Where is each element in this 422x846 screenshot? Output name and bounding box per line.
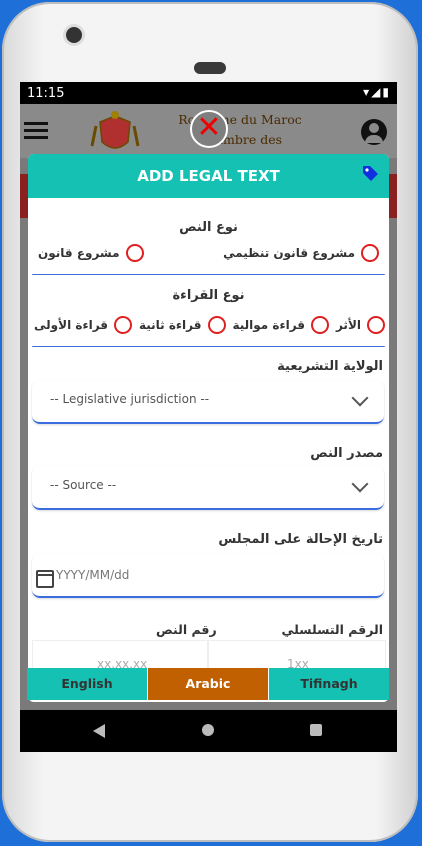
status-bar: 11:15 ▾◢▮ bbox=[20, 82, 397, 104]
reading-type-label: نوع القراءة bbox=[172, 288, 245, 303]
modal-header: ADD LEGAL TEXT bbox=[28, 154, 389, 198]
radio-first-reading[interactable]: قراءة الأولى bbox=[34, 316, 133, 334]
app-title-line1: Royaume du Maroc bbox=[178, 112, 302, 127]
text-number-label: رقم النص bbox=[156, 622, 217, 637]
jurisdiction-label: الولاية التشريعية bbox=[277, 359, 383, 374]
radio-circle[interactable] bbox=[207, 316, 226, 334]
calendar-icon[interactable] bbox=[36, 570, 54, 588]
menu-icon[interactable] bbox=[24, 122, 48, 142]
account-icon[interactable] bbox=[361, 119, 387, 145]
radio-second-reading[interactable]: قراءة ثانية bbox=[139, 316, 226, 334]
text-type-options: مشروع قانون تنظيمي مشروع قانون bbox=[38, 244, 379, 262]
tab-english[interactable]: English bbox=[27, 668, 147, 700]
android-nav-bar bbox=[20, 710, 397, 752]
close-button[interactable]: ✕ bbox=[190, 110, 228, 148]
chevron-down-icon bbox=[351, 475, 369, 493]
radio-label: قراءة الأولى bbox=[34, 318, 109, 332]
tab-arabic[interactable]: Arabic bbox=[147, 668, 269, 700]
language-tabs: English Arabic Tifinagh bbox=[27, 668, 389, 700]
radio-circle[interactable] bbox=[361, 244, 379, 262]
serial-number-label: الرقم التسلسلي bbox=[281, 622, 383, 637]
source-placeholder: -- Source -- bbox=[50, 478, 117, 492]
front-camera bbox=[66, 27, 82, 43]
radio-label: مشروع قانون bbox=[38, 246, 120, 260]
section-divider bbox=[32, 346, 385, 347]
earpiece-speaker bbox=[194, 62, 226, 74]
status-time: 11:15 bbox=[27, 85, 65, 101]
section-divider bbox=[32, 274, 385, 275]
chevron-down-icon bbox=[351, 389, 369, 407]
status-icons: ▾◢▮ bbox=[363, 85, 391, 99]
jurisdiction-placeholder: -- Legislative jurisdiction -- bbox=[50, 392, 210, 406]
text-type-label: نوع النص bbox=[179, 220, 238, 235]
tab-tifinagh[interactable]: Tifinagh bbox=[269, 668, 389, 700]
modal-title: ADD LEGAL TEXT bbox=[137, 167, 280, 185]
source-select[interactable]: -- Source -- bbox=[32, 466, 384, 510]
back-icon[interactable] bbox=[93, 724, 105, 738]
tag-icon[interactable] bbox=[361, 164, 379, 182]
radio-impact[interactable]: الأثر bbox=[336, 316, 385, 334]
radio-circle[interactable] bbox=[125, 244, 144, 262]
referral-date-input[interactable]: YYYY/MM/dd bbox=[32, 554, 384, 598]
radio-circle[interactable] bbox=[311, 316, 330, 334]
radio-label: قراءة ثانية bbox=[138, 318, 202, 332]
reading-type-options: الأثر قراءة موالية قراءة ثانية قراءة الأ… bbox=[34, 316, 385, 334]
home-icon[interactable] bbox=[202, 724, 214, 736]
referral-date-label: تاريخ الإحالة على المجلس bbox=[218, 532, 383, 547]
radio-circle[interactable] bbox=[367, 316, 385, 334]
radio-organic-law-bill[interactable]: مشروع قانون تنظيمي bbox=[223, 244, 379, 262]
date-placeholder: YYYY/MM/dd bbox=[56, 568, 130, 582]
add-legal-text-modal: ADD LEGAL TEXT نوع النص مشروع قانون تنظي… bbox=[28, 154, 389, 702]
radio-label: مشروع قانون تنظيمي bbox=[223, 246, 355, 260]
coat-of-arms-icon bbox=[90, 111, 140, 149]
source-label: مصدر النص bbox=[310, 446, 383, 461]
radio-law-bill[interactable]: مشروع قانون bbox=[38, 244, 144, 262]
radio-subsequent-reading[interactable]: قراءة موالية bbox=[232, 316, 330, 334]
radio-circle[interactable] bbox=[114, 316, 133, 334]
radio-label: الأثر bbox=[335, 318, 361, 332]
jurisdiction-select[interactable]: -- Legislative jurisdiction -- bbox=[32, 380, 384, 424]
screen: 11:15 ▾◢▮ Royaume du Maroc Chambre des R… bbox=[20, 82, 397, 752]
recent-apps-icon[interactable] bbox=[310, 724, 322, 736]
radio-label: قراءة موالية bbox=[232, 318, 306, 332]
